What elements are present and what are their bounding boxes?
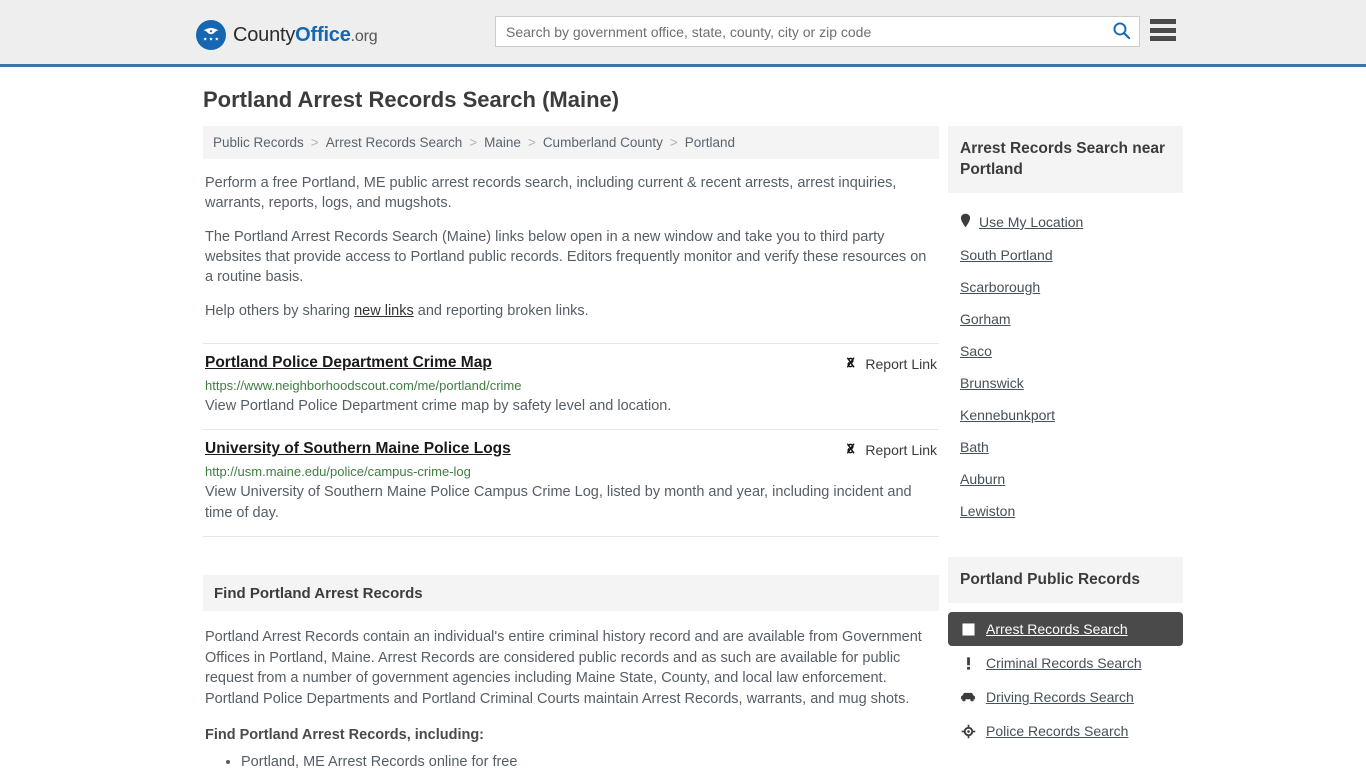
breadcrumb-separator: >: [527, 135, 536, 150]
sidebar-item-south-portland[interactable]: South Portland: [948, 239, 1183, 271]
sidebar-item-bath[interactable]: Bath: [948, 431, 1183, 463]
sidebar-item-label[interactable]: Scarborough: [960, 279, 1040, 295]
sidebar-item-label[interactable]: Use My Location: [979, 214, 1083, 230]
share-text-before: Help others by sharing: [205, 303, 355, 319]
nearby-locations-list: Use My Location South Portland Scarborou…: [948, 205, 1183, 527]
sidebar-item-label[interactable]: Auburn: [960, 471, 1005, 487]
sidebar-item-label[interactable]: Bath: [960, 439, 989, 455]
breadcrumb-separator: >: [669, 135, 678, 150]
broken-link-icon: [843, 441, 858, 459]
sidebar-item-label[interactable]: Driving Records Search: [986, 689, 1134, 705]
breadcrumb-item-3[interactable]: Cumberland County: [543, 135, 663, 150]
sidebar-item-label[interactable]: Brunswick: [960, 375, 1024, 391]
find-records-paragraph: Portland Arrest Records contain an indiv…: [205, 629, 922, 707]
entry-header: Portland Police Department Crime Map Rep…: [205, 354, 937, 373]
sidebar-item-scarborough[interactable]: Scarborough: [948, 271, 1183, 303]
eagle-seal-icon: [196, 20, 226, 50]
sidebar-item-label[interactable]: Police Records Search: [986, 723, 1128, 739]
sidebar-item-label[interactable]: Gorham: [960, 311, 1011, 327]
sidebar-item-label[interactable]: Lewiston: [960, 503, 1015, 519]
search-icon: [1112, 21, 1131, 43]
list-item: University of Southern Maine Police Logs: [203, 430, 939, 537]
breadcrumb-item-1[interactable]: Arrest Records Search: [326, 135, 463, 150]
report-link-button[interactable]: Report Link: [843, 441, 937, 459]
find-records-subheading: Find Portland Arrest Records, including:: [205, 727, 485, 743]
logo-tld: .org: [350, 27, 378, 45]
sidebar-item-saco[interactable]: Saco: [948, 335, 1183, 367]
sidebar-item-criminal-records-search[interactable]: Criminal Records Search: [948, 646, 1183, 680]
site-header: CountyOffice.org: [0, 0, 1366, 67]
police-badge-icon: [960, 724, 976, 739]
site-logo-text: CountyOffice.org: [233, 23, 378, 47]
report-link-label: Report Link: [865, 442, 937, 458]
resource-description: View Portland Police Department crime ma…: [205, 398, 672, 414]
car-icon: [960, 691, 976, 703]
search-input[interactable]: [496, 17, 1103, 46]
sidebar-item-use-my-location[interactable]: Use My Location: [948, 205, 1183, 239]
map-pin-icon: [960, 213, 971, 231]
sidebar-item-lewiston[interactable]: Lewiston: [948, 495, 1183, 527]
search-bar[interactable]: [495, 16, 1140, 47]
sidebar-item-brunswick[interactable]: Brunswick: [948, 367, 1183, 399]
breadcrumb-item-0[interactable]: Public Records: [213, 135, 304, 150]
public-records-list: Arrest Records Search Criminal Records S…: [948, 612, 1183, 748]
share-text-after: and reporting broken links.: [413, 303, 589, 319]
site-logo[interactable]: CountyOffice.org: [196, 20, 378, 50]
intro-paragraph-1: Perform a free Portland, ME public arres…: [205, 175, 897, 211]
report-link-label: Report Link: [865, 356, 937, 372]
sidebar-item-kennebunkport[interactable]: Kennebunkport: [948, 399, 1183, 431]
logo-word-county: County: [233, 23, 296, 46]
resource-link-list: Portland Police Department Crime Map Rep…: [203, 343, 939, 537]
resource-url[interactable]: https://www.neighborhoodscout.com/me/por…: [205, 378, 937, 393]
page-title: Portland Arrest Records Search (Maine): [203, 87, 620, 112]
sidebar-item-label[interactable]: Saco: [960, 343, 992, 359]
resource-title-link[interactable]: University of Southern Maine Police Logs: [205, 440, 511, 458]
search-button[interactable]: [1103, 17, 1139, 46]
resource-title-link[interactable]: Portland Police Department Crime Map: [205, 354, 492, 372]
find-records-bullet-list: Portland, ME Arrest Records online for f…: [203, 751, 939, 768]
main-column: Public Records > Arrest Records Search >…: [203, 126, 939, 768]
hamburger-menu-icon[interactable]: [1150, 19, 1176, 41]
new-links-link[interactable]: new links: [354, 303, 414, 319]
sidebar-item-label[interactable]: Criminal Records Search: [986, 655, 1142, 671]
sidebar-item-arrest-records-search[interactable]: Arrest Records Search: [948, 612, 1183, 646]
logo-word-office: Office: [295, 23, 351, 46]
report-link-button[interactable]: Report Link: [843, 355, 937, 373]
breadcrumb-separator: >: [469, 135, 478, 150]
sidebar-item-label[interactable]: Arrest Records Search: [986, 621, 1128, 637]
broken-link-icon: [843, 355, 858, 373]
find-records-section: Find Portland Arrest Records Portland Ar…: [203, 575, 939, 768]
list-item: Portland, ME Arrest Records online for f…: [241, 751, 939, 768]
sidebar-item-label[interactable]: Kennebunkport: [960, 407, 1055, 423]
intro-paragraph-2: The Portland Arrest Records Search (Main…: [205, 229, 927, 285]
sidebar-item-label[interactable]: South Portland: [960, 247, 1053, 263]
breadcrumb: Public Records > Arrest Records Search >…: [203, 126, 939, 159]
resource-url[interactable]: http://usm.maine.edu/police/campus-crime…: [205, 464, 937, 479]
sidebar-item-driving-records-search[interactable]: Driving Records Search: [948, 680, 1183, 714]
white-square-icon: [960, 622, 976, 636]
breadcrumb-item-4: Portland: [684, 135, 736, 150]
sidebar: Arrest Records Search near Portland Use …: [948, 126, 1183, 768]
sidebar-item-police-records-search[interactable]: Police Records Search: [948, 714, 1183, 748]
resource-description: View University of Southern Maine Police…: [205, 484, 912, 521]
entry-header: University of Southern Maine Police Logs: [205, 440, 937, 459]
list-item: Portland Police Department Crime Map Rep…: [203, 343, 939, 430]
sidebar-item-gorham[interactable]: Gorham: [948, 303, 1183, 335]
intro-paragraph-3: Help others by sharing new links and rep…: [204, 301, 939, 321]
sidebar-records-heading: Portland Public Records: [948, 557, 1183, 603]
breadcrumb-item-2[interactable]: Maine: [484, 135, 521, 150]
breadcrumb-separator: >: [310, 135, 319, 150]
public-records-panel: Portland Public Records Arrest Records S…: [948, 557, 1183, 748]
sidebar-item-auburn[interactable]: Auburn: [948, 463, 1183, 495]
section-heading: Find Portland Arrest Records: [203, 575, 939, 611]
sidebar-near-heading: Arrest Records Search near Portland: [948, 126, 1183, 193]
content-columns: Public Records > Arrest Records Search >…: [0, 126, 1366, 768]
exclamation-icon: [960, 656, 976, 671]
